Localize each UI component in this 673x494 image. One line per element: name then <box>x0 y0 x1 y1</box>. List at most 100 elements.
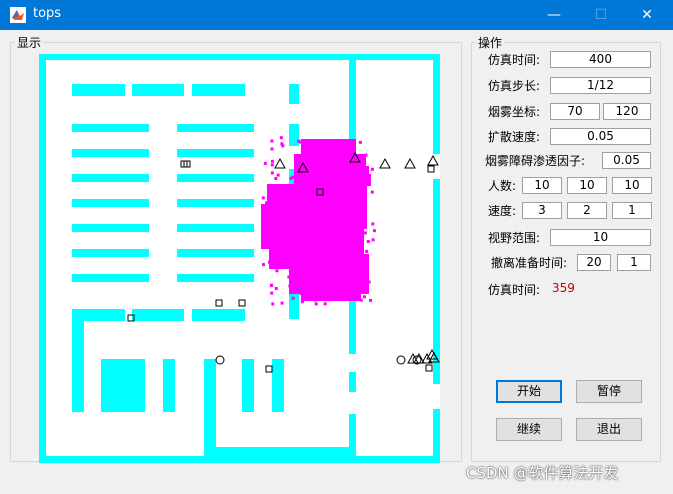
smoke-speck <box>270 291 274 295</box>
smoke-speck <box>313 298 317 302</box>
smoke-speck <box>288 223 292 227</box>
speed-field-1[interactable]: 3 <box>522 202 562 219</box>
smoke-speck <box>371 238 375 242</box>
smoke-speck <box>292 234 296 238</box>
wall <box>72 84 125 96</box>
wall <box>163 359 175 412</box>
people-field-2[interactable]: 10 <box>567 177 607 194</box>
smoke-speck <box>282 187 286 191</box>
people-field-1[interactable]: 10 <box>522 177 562 194</box>
smoke-speck <box>347 267 351 271</box>
smoke-speck <box>279 136 283 140</box>
speed-label: 速度: <box>488 204 517 218</box>
sim-duration-field[interactable]: 400 <box>550 51 651 68</box>
smoke-speck <box>287 241 291 245</box>
smoke-speck <box>311 219 315 223</box>
smoke-speck <box>287 185 291 189</box>
window-title: tops <box>33 6 62 21</box>
smoke-speck <box>284 224 287 228</box>
evacuation-map <box>39 54 440 463</box>
wall <box>72 149 149 157</box>
smoke-speck <box>261 196 265 200</box>
smoke-speck <box>297 162 301 166</box>
smoke-speck <box>363 231 367 235</box>
vision-field[interactable]: 10 <box>550 229 651 246</box>
smoke-speck <box>312 209 316 213</box>
walls <box>39 54 440 463</box>
smoke-speck <box>313 229 317 232</box>
title-bar: tops — ☐ ✕ <box>0 0 673 30</box>
smoke-speck <box>322 182 326 186</box>
wall <box>72 124 149 132</box>
smoke-speck <box>282 246 286 250</box>
evacuee-square-marker <box>425 364 433 372</box>
step-field[interactable]: 1/12 <box>550 77 651 94</box>
prep-label: 撤离准备时间: <box>491 256 568 270</box>
smoke-speck <box>364 180 368 184</box>
wall <box>177 199 254 207</box>
minimize-button[interactable]: — <box>531 0 577 30</box>
smoke-patch <box>361 174 371 186</box>
penetration-field[interactable]: 0.05 <box>602 152 651 169</box>
wall <box>72 274 149 282</box>
maximize-button[interactable]: ☐ <box>578 0 624 30</box>
prep-field-1[interactable]: 20 <box>577 254 611 271</box>
smoke-speck <box>363 295 366 299</box>
people-label: 人数: <box>488 179 517 193</box>
smoke-speck <box>372 229 376 233</box>
smoke-speck <box>358 140 362 144</box>
resume-button[interactable]: 继续 <box>496 418 562 441</box>
smoke-speck <box>351 289 355 293</box>
smoke-speck <box>317 230 321 234</box>
smoke-speck <box>318 254 322 258</box>
smoke-speck <box>300 206 304 210</box>
close-button[interactable]: ✕ <box>624 0 670 30</box>
smoke-speck <box>338 164 342 168</box>
smoke-speck <box>268 260 271 264</box>
current-time-label: 仿真时间: <box>488 283 541 297</box>
evacuee-circle-marker <box>396 355 406 365</box>
smoke-speck <box>351 254 355 258</box>
display-panel-title: 显示 <box>17 36 42 50</box>
evacuee-square-marker <box>427 165 435 173</box>
smoke-speck <box>289 176 293 180</box>
smoke-speck <box>359 298 363 302</box>
smoke-speck <box>332 150 336 154</box>
smoke-speck <box>336 148 340 152</box>
smoke-speck <box>312 260 316 264</box>
pause-button[interactable]: 暂停 <box>576 380 642 403</box>
diffusion-field[interactable]: 0.05 <box>550 128 651 145</box>
sim-duration-label: 仿真时间: <box>488 53 541 67</box>
smoke-speck <box>346 158 350 162</box>
wall <box>272 359 284 412</box>
smoke-speck <box>311 199 315 203</box>
prep-field-2[interactable]: 1 <box>617 254 651 271</box>
smoke-speck <box>325 231 328 235</box>
smoke-x-field[interactable]: 70 <box>550 103 600 120</box>
smoke-speck <box>269 284 273 287</box>
smoke-speck <box>304 291 308 294</box>
exit-button[interactable]: 退出 <box>576 418 642 441</box>
smoke-speck <box>271 302 275 306</box>
speed-field-2[interactable]: 2 <box>567 202 607 219</box>
smoke-speck <box>312 281 316 285</box>
penetration-label: 烟雾障碍渗透因子: <box>485 154 586 168</box>
smoke-speck <box>300 300 304 304</box>
start-button[interactable]: 开始 <box>496 380 562 403</box>
smoke-speck <box>265 201 268 205</box>
people-field-3[interactable]: 10 <box>612 177 652 194</box>
speed-field-3[interactable]: 1 <box>612 202 652 219</box>
wall <box>177 224 254 232</box>
smoke-speck <box>364 153 368 157</box>
smoke-speck <box>298 196 302 200</box>
smoke-y-field[interactable]: 120 <box>603 103 651 120</box>
smoke-speck <box>274 177 278 180</box>
smoke-speck <box>276 173 280 177</box>
current-time-value: 359 <box>552 281 575 295</box>
smoke-speck <box>328 298 332 302</box>
smoke-speck <box>271 159 274 163</box>
smoke-speck <box>274 210 278 214</box>
wall <box>192 309 245 321</box>
wall <box>192 84 245 96</box>
smoke-speck <box>356 166 360 169</box>
